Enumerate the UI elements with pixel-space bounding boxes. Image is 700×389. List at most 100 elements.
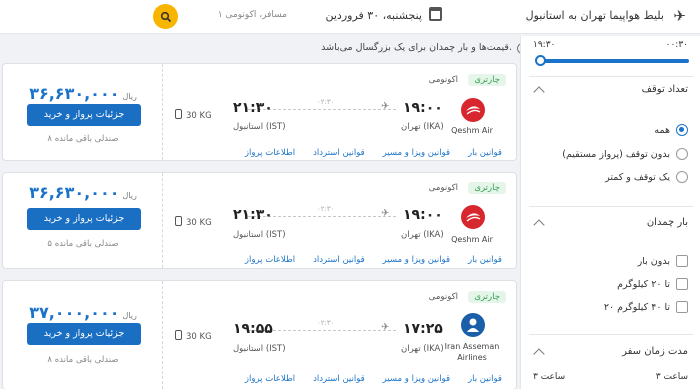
link-visa-rules[interactable]: قوانین ویزا و مسیر [383,255,450,265]
baggage-option-40[interactable]: ۲۰ تا ۴۰ کیلوگرم [604,301,688,313]
calendar-icon [429,7,442,21]
checkbox[interactable] [676,255,688,267]
checkbox[interactable] [676,301,688,313]
arrive-city: استانبول (IST) [233,122,286,132]
time-range-end: ۱۹:۳۰ [533,40,556,50]
qeshm-air-logo [461,98,485,122]
suitcase-icon [175,330,182,340]
search-button[interactable] [153,4,178,29]
price-column: ریال۳۷,۰۰۰,۰۰۰ جزئیات پرواز و خرید ۸ صند… [3,281,163,389]
link-flight-info[interactable]: اطلاعات پرواز [245,255,295,265]
seats-remaining: ۵ صندلی باقی مانده [47,239,119,249]
depart-city: تهران (IKA) [401,122,444,132]
flight-details-buy-button[interactable]: جزئیات پرواز و خرید [27,323,141,345]
seats-remaining: ۸ صندلی باقی مانده [47,355,119,365]
qeshm-air-logo [461,205,485,229]
currency: ریال [122,311,137,320]
flight-duration: ۰۲:۳۰ [315,319,337,327]
baggage-title: بار چمدان [646,217,688,228]
flight-card: ریال۳۶,۶۳۰,۰۰۰ جزئیات پرواز و خرید ۵ صند… [2,172,517,269]
filter-sidebar: ۰۰:۳۰ ۱۹:۳۰ تعداد توقف همه بدون توقف (پر… [520,36,700,389]
suitcase-icon [175,109,182,119]
currency: ریال [122,191,137,200]
flight-duration: ۰۲:۳۰ [315,205,337,213]
chevron-up-icon[interactable] [533,219,545,231]
baggage-allowance: 30 KG [175,330,212,342]
airplane-icon: ✈ [673,7,686,25]
search-icon [160,11,171,22]
price-column: ریال۳۶,۶۳۰,۰۰۰ جزئیات پرواز و خرید ۵ صند… [3,173,163,268]
flight-details-buy-button[interactable]: جزئیات پرواز و خرید [27,208,141,230]
radio[interactable] [676,171,688,183]
link-refund-rules[interactable]: قوانین استرداد [313,374,365,384]
flight-links: اطلاعات پرواز قوانین استرداد قوانین ویزا… [245,255,502,265]
duration-min: ۳ ساعت [655,372,688,382]
charter-badge: چارتری [468,182,506,194]
time-slider[interactable] [539,59,689,63]
divider [529,334,693,335]
link-baggage-rules[interactable]: قوانین بار [468,148,502,158]
date-selector[interactable]: پنجشنبه، ۳۰ فروردین [325,9,422,22]
price-column: ریال۳۶,۶۳۰,۰۰۰ جزئیات پرواز و خرید ۸ صند… [3,64,163,160]
depart-time: ۱۹:۰۰ [403,207,443,223]
baggage-option-none[interactable]: بدون بار [638,255,688,267]
link-visa-rules[interactable]: قوانین ویزا و مسیر [383,374,450,384]
link-flight-info[interactable]: اطلاعات پرواز [245,374,295,384]
flight-details-buy-button[interactable]: جزئیات پرواز و خرید [27,104,141,126]
arrive-time: ۲۱:۳۰ [233,207,273,223]
charter-badge: چارتری [468,74,506,86]
link-baggage-rules[interactable]: قوانین بار [468,374,502,384]
airline-name: Qeshm Air [451,235,493,244]
stops-title: تعداد توقف [641,84,688,95]
airplane-icon: ✈ [381,101,390,112]
cabin-class: اکونومی [428,75,458,85]
stops-option-one[interactable]: یک توقف و کمتر [605,171,688,183]
arrive-time: ۱۹:۵۵ [233,321,273,337]
link-visa-rules[interactable]: قوانین ویزا و مسیر [383,148,450,158]
airplane-icon: ✈ [381,322,390,333]
checkbox[interactable] [676,278,688,290]
time-slider-handle[interactable] [535,55,546,66]
radio-selected[interactable] [676,124,688,136]
stops-option-all[interactable]: همه [654,124,688,136]
price: ۳۶,۶۳۰,۰۰۰ [29,84,120,103]
link-refund-rules[interactable]: قوانین استرداد [313,255,365,265]
time-range-start: ۰۰:۳۰ [665,40,688,50]
radio[interactable] [676,148,688,160]
chevron-up-icon[interactable] [533,86,545,98]
depart-time: ۱۹:۰۰ [403,100,443,116]
flight-card: ریال۳۶,۶۳۰,۰۰۰ جزئیات پرواز و خرید ۸ صند… [2,63,517,161]
charter-badge: چارتری [468,291,506,303]
link-flight-info[interactable]: اطلاعات پرواز [245,148,295,158]
arrive-city: استانبول (IST) [233,344,286,354]
baggage-option-20[interactable]: تا ۲۰ کیلوگرم [617,278,688,290]
passenger-selector[interactable]: ۱ مسافر، اکونومی [218,10,287,20]
depart-city: تهران (IKA) [401,344,444,354]
top-header: ✈ بلیط هواپیما تهران به استانبول پنجشنبه… [0,0,700,34]
price: ۳۷,۰۰۰,۰۰۰ [29,303,120,322]
route-title[interactable]: بلیط هواپیما تهران به استانبول [526,9,664,22]
airline-name: Iran Asseman Airlines [444,342,500,362]
iran-asseman-logo [461,313,485,337]
depart-city: تهران (IKA) [401,230,444,240]
duration-title: مدت زمان سفر [622,346,688,357]
divider [529,76,693,77]
arrive-city: استانبول (IST) [233,230,286,240]
flight-duration: ۰۲:۳۰ [315,98,337,106]
divider [529,206,693,207]
suitcase-icon [175,216,182,226]
price: ۳۶,۶۳۰,۰۰۰ [29,183,120,202]
chevron-up-icon[interactable] [533,348,545,360]
currency: ریال [122,92,137,101]
arrive-time: ۲۱:۳۰ [233,100,273,116]
baggage-allowance: 30 KG [175,109,212,121]
stops-option-direct[interactable]: بدون توقف (پرواز مستقیم) [562,148,688,160]
duration-max: ۳ ساعت [533,372,566,382]
price-notice: قیمت‌ها و بار چمدان برای یک بزرگسال می‌ب… [321,42,512,53]
airline-name: Qeshm Air [451,126,493,135]
link-baggage-rules[interactable]: قوانین بار [468,255,502,265]
flight-links: اطلاعات پرواز قوانین استرداد قوانین ویزا… [245,374,502,384]
baggage-allowance: 30 KG [175,216,212,228]
cabin-class: اکونومی [428,183,458,193]
link-refund-rules[interactable]: قوانین استرداد [313,148,365,158]
